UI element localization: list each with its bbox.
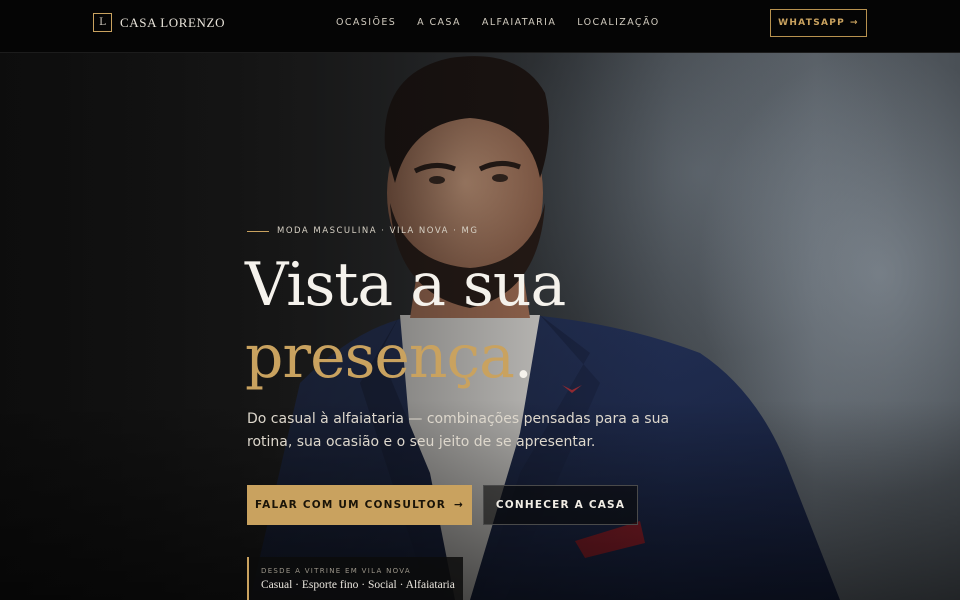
nav-link-ocasioes[interactable]: OCASIÕES bbox=[336, 17, 396, 28]
top-navbar: L CASA LORENZO OCASIÕES A CASA ALFAIATAR… bbox=[0, 0, 960, 53]
cta-secondary-label: CONHECER A CASA bbox=[495, 499, 626, 511]
nav-link-localizacao[interactable]: LOCALIZAÇÃO bbox=[577, 17, 659, 28]
since-label: DESDE A VITRINE EM VILA NOVA bbox=[261, 567, 412, 575]
eyebrow-divider bbox=[247, 230, 269, 232]
discover-house-button[interactable]: CONHECER A CASA bbox=[483, 485, 638, 525]
headline-line1: Vista a sua bbox=[245, 250, 566, 320]
brand-logo[interactable]: L CASA LORENZO bbox=[93, 13, 225, 32]
whatsapp-button[interactable]: WHATSAPP → bbox=[770, 9, 867, 37]
arrow-right-icon: → bbox=[454, 499, 465, 511]
talk-to-consultant-button[interactable]: FALAR COM UM CONSULTOR → bbox=[247, 485, 472, 525]
headline-accent-word: presença bbox=[245, 322, 515, 392]
since-info-card: DESDE A VITRINE EM VILA NOVA Casual · Es… bbox=[247, 557, 463, 600]
since-categories: Casual · Esporte fino · Social · Alfaiat… bbox=[261, 579, 455, 591]
headline-line2: presença. bbox=[245, 321, 565, 393]
whatsapp-button-label: WHATSAPP bbox=[778, 18, 846, 28]
nav-link-alfaiataria[interactable]: ALFAIATARIA bbox=[482, 17, 556, 28]
hero-subtitle: Do casual à alfaiataria — combinações pe… bbox=[247, 411, 670, 450]
eyebrow-text: MODA MASCULINA · VILA NOVA · MG bbox=[277, 226, 479, 236]
headline-dot: . bbox=[513, 322, 533, 392]
brand-name: CASA LORENZO bbox=[120, 14, 226, 30]
hero-headline: Vista a sua presença. bbox=[245, 249, 566, 393]
arrow-right-icon: → bbox=[850, 18, 859, 28]
main-nav: OCASIÕES A CASA ALFAIATARIA LOCALIZAÇÃO bbox=[336, 17, 681, 28]
nav-link-a-casa[interactable]: A CASA bbox=[417, 17, 461, 28]
hero-eyebrow: MODA MASCULINA · VILA NOVA · MG bbox=[247, 226, 478, 236]
brand-monogram: L bbox=[93, 13, 112, 32]
cta-primary-label: FALAR COM UM CONSULTOR bbox=[254, 499, 447, 511]
